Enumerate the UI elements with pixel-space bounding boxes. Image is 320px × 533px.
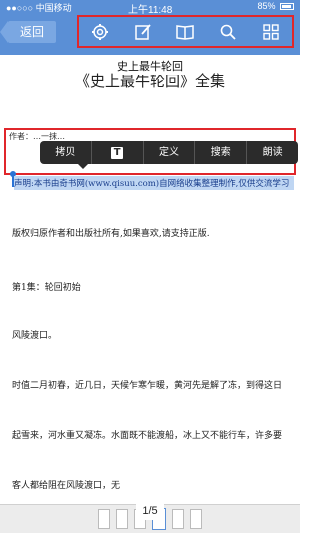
- copy-menu-item[interactable]: 拷贝: [40, 141, 92, 164]
- reader-toolbar: [77, 15, 294, 48]
- page-indicator: 1/5: [136, 502, 164, 520]
- paragraph: 客人都给阻在风陵渡口，无: [12, 481, 121, 491]
- paragraph: 时值二月初春，近几日，天候乍寒乍暖，黄河先是解了冻，到得这日: [12, 381, 283, 391]
- page-thumbnail[interactable]: [190, 509, 202, 529]
- search-icon[interactable]: [217, 21, 239, 43]
- paragraph-chapter-heading: 第1集：轮回初始: [12, 283, 81, 293]
- search-menu-item[interactable]: 搜索: [195, 141, 248, 164]
- battery-icon: [280, 3, 294, 11]
- book-icon[interactable]: [174, 21, 196, 43]
- status-bar: ●●○○○ 中国移动 上午11:48 85%: [0, 0, 300, 16]
- edit-icon[interactable]: [132, 21, 154, 43]
- selected-text[interactable]: 声明:本书由奇书网(www.qisuu.com)自网络收集整理制作,仅供交流学习: [14, 176, 294, 190]
- top-navigation-bar: ●●○○○ 中国移动 上午11:48 85% 返回: [0, 0, 300, 55]
- paragraph: 起雪来，河水重又凝冻。水面既不能渡船，冰上又不能行车，许多要: [12, 431, 283, 441]
- page-thumbnail[interactable]: [116, 509, 128, 529]
- paragraph-copyright: 版权归原作者和出版社所有,如果喜欢,请支持正版.: [12, 229, 210, 239]
- back-button[interactable]: 返回: [0, 21, 56, 43]
- title-tooltip: 史上最牛轮回: [113, 57, 187, 75]
- page-thumbnail[interactable]: [172, 509, 184, 529]
- gear-icon[interactable]: [89, 21, 111, 43]
- clock: 上午11:48: [128, 5, 173, 16]
- battery-indicator: 85%: [257, 1, 294, 11]
- text-format-icon: T: [111, 147, 124, 159]
- carrier-label: ●●○○○ 中国移动: [6, 3, 72, 13]
- text-context-menu: 拷贝 T 定义 搜索 朗读: [40, 141, 298, 164]
- paragraph: 风陵渡口。: [12, 331, 58, 341]
- context-menu-arrow: [78, 164, 88, 169]
- grid-icon[interactable]: [260, 21, 282, 43]
- read-aloud-menu-item[interactable]: 朗读: [247, 141, 298, 164]
- battery-percent: 85%: [257, 1, 276, 11]
- page-thumbnail[interactable]: [98, 509, 110, 529]
- define-menu-item[interactable]: 定义: [144, 141, 196, 164]
- format-menu-item[interactable]: T: [92, 141, 144, 164]
